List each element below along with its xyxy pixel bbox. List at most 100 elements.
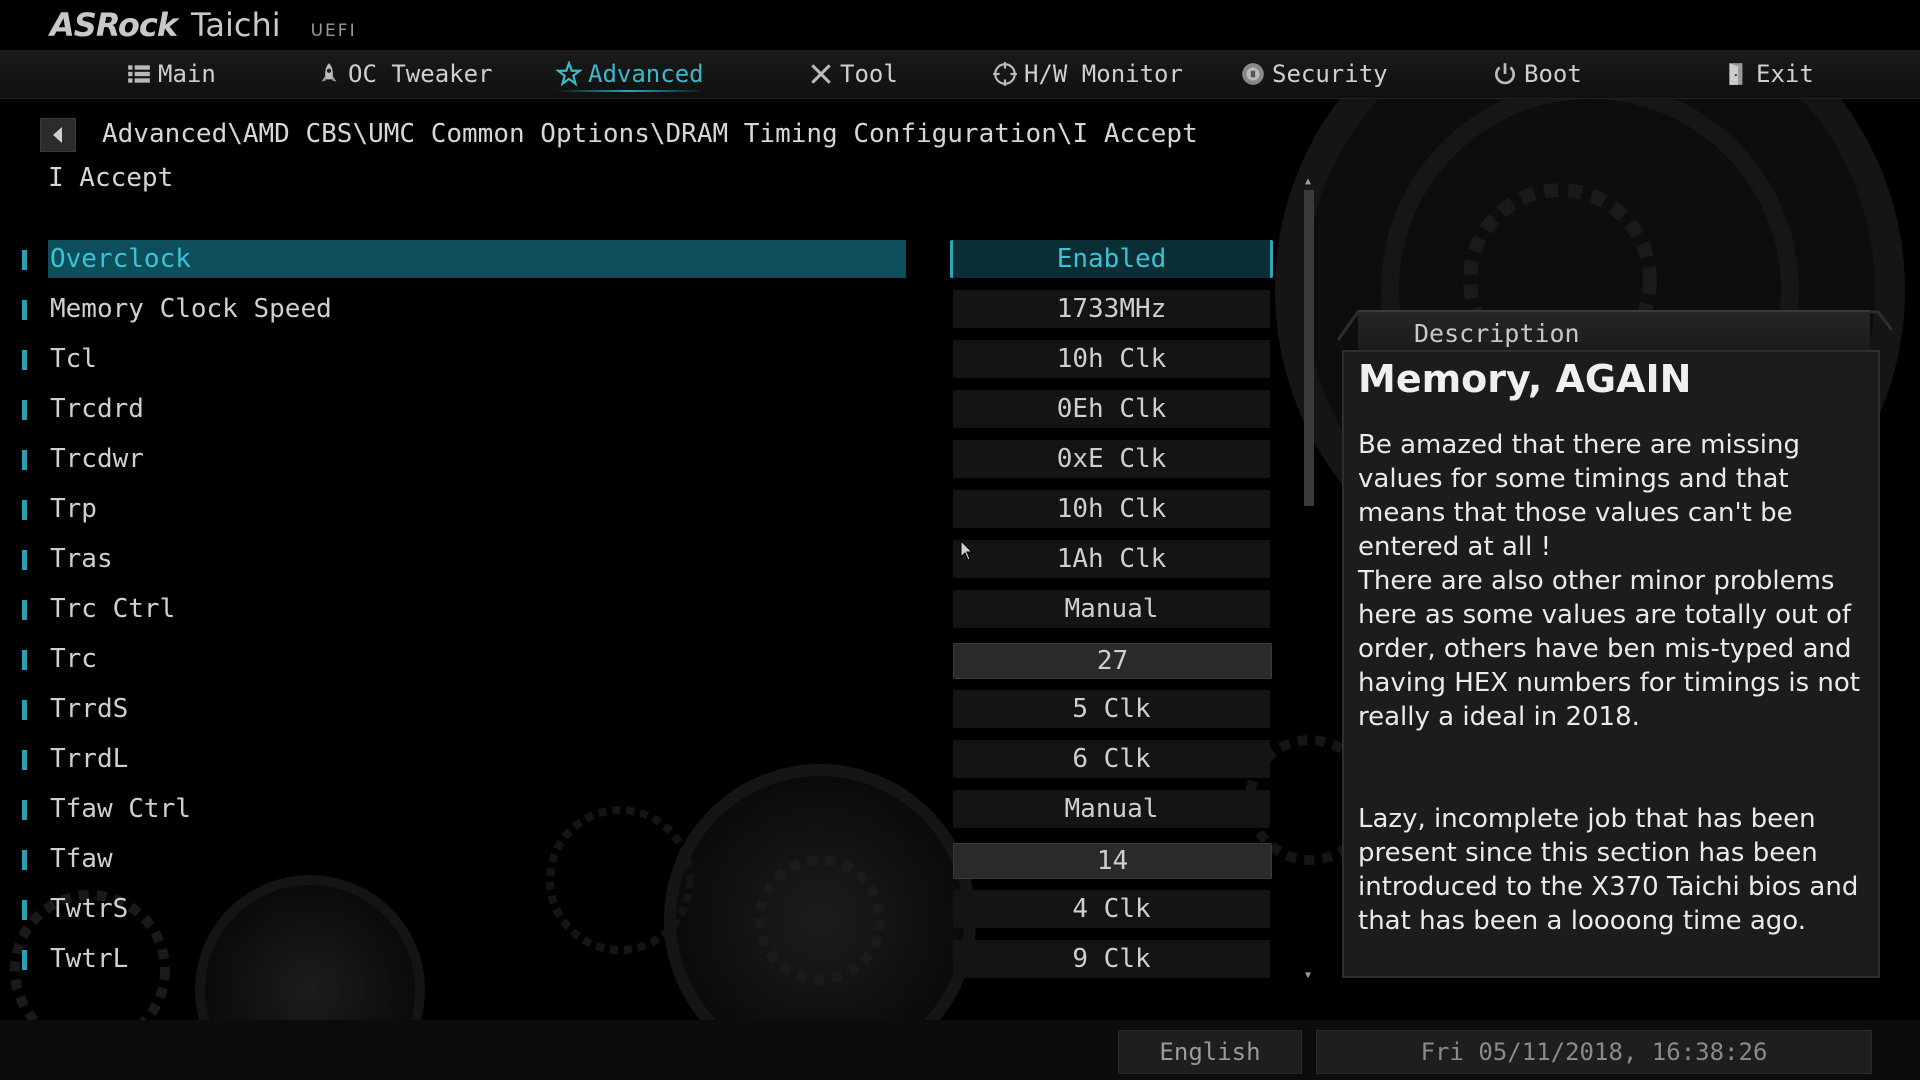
monitor-target-icon xyxy=(993,62,1017,86)
setting-value-dropdown[interactable]: 1733MHz xyxy=(953,290,1270,328)
setting-row[interactable]: TwtrS 4 Clk xyxy=(0,890,1280,930)
setting-row[interactable]: Trcdwr 0xE Clk xyxy=(0,440,1280,480)
setting-label: Tcl xyxy=(50,344,97,374)
description-header: Description xyxy=(1358,310,1870,352)
setting-label: TrrdS xyxy=(50,694,129,724)
setting-row[interactable]: Trcdrd 0Eh Clk xyxy=(0,390,1280,430)
setting-label: Tfaw Ctrl xyxy=(50,794,191,824)
row-marker xyxy=(22,550,27,570)
power-icon xyxy=(1495,63,1515,85)
setting-label: Tfaw xyxy=(50,844,113,874)
tab-hw-monitor-label: H/W Monitor xyxy=(1024,60,1183,88)
row-marker xyxy=(22,350,27,370)
setting-row[interactable]: Trc Ctrl Manual xyxy=(0,590,1280,630)
row-marker xyxy=(22,700,27,720)
tab-advanced[interactable]: Advanced xyxy=(556,50,704,98)
description-title: Memory, AGAIN xyxy=(1358,357,1692,401)
setting-row[interactable]: Memory Clock Speed 1733MHz xyxy=(0,290,1280,330)
row-marker xyxy=(22,400,27,420)
list-icon xyxy=(128,65,150,83)
exit-door-icon xyxy=(1729,63,1743,85)
tab-hw-monitor[interactable]: H/W Monitor xyxy=(992,50,1183,98)
setting-value-dropdown[interactable]: 0xE Clk xyxy=(953,440,1270,478)
setting-label: Trcdrd xyxy=(50,394,144,424)
tab-exit[interactable]: Exit xyxy=(1724,50,1814,98)
shield-icon xyxy=(1242,63,1264,85)
brand-name: ASRock xyxy=(50,6,178,44)
setting-label: Tras xyxy=(50,544,113,574)
setting-value-input[interactable]: 27 xyxy=(953,643,1272,679)
row-marker xyxy=(22,900,27,920)
brand-logo: ASRock Taichi UEFI xyxy=(50,6,357,44)
setting-label: Overclock xyxy=(48,240,906,278)
setting-value-dropdown[interactable]: 6 Clk xyxy=(953,740,1270,778)
row-marker xyxy=(22,650,27,670)
setting-value-input[interactable]: 14 xyxy=(953,843,1272,879)
tab-main[interactable]: Main xyxy=(126,50,216,98)
setting-value-dropdown[interactable]: Enabled xyxy=(950,240,1273,278)
description-text: Be amazed that there are missing values … xyxy=(1358,430,1860,936)
scroll-up-arrow-icon[interactable]: ▲ xyxy=(1302,176,1314,188)
setting-row[interactable]: Tfaw 14 xyxy=(0,840,1280,880)
setting-row[interactable]: Tcl 10h Clk xyxy=(0,340,1280,380)
tab-tool-label: Tool xyxy=(840,60,898,88)
language-selector[interactable]: English xyxy=(1118,1030,1302,1074)
row-marker xyxy=(22,950,27,970)
setting-row[interactable]: Overclock Enabled xyxy=(0,240,1280,280)
setting-label: Memory Clock Speed xyxy=(50,294,332,324)
setting-value-dropdown[interactable]: 1Ah Clk xyxy=(953,540,1270,578)
setting-value-dropdown[interactable]: 4 Clk xyxy=(953,890,1270,928)
setting-value-dropdown[interactable]: Manual xyxy=(953,790,1270,828)
tab-boot-label: Boot xyxy=(1524,60,1582,88)
setting-label: TwtrS xyxy=(50,894,129,924)
uefi-label: UEFI xyxy=(310,21,357,41)
scroll-down-arrow-icon[interactable]: ▼ xyxy=(1302,970,1314,982)
setting-label: Trcdwr xyxy=(50,444,144,474)
active-tab-indicator xyxy=(556,90,704,92)
setting-value-dropdown[interactable]: 5 Clk xyxy=(953,690,1270,728)
setting-value-dropdown[interactable]: 0Eh Clk xyxy=(953,390,1270,428)
row-marker xyxy=(22,300,27,320)
row-marker xyxy=(22,500,27,520)
settings-scrollbar[interactable]: ▲ ▼ xyxy=(1302,176,1314,982)
tools-icon xyxy=(811,64,831,84)
tab-security-label: Security xyxy=(1272,60,1388,88)
row-marker xyxy=(22,450,27,470)
top-bar: ASRock Taichi UEFI xyxy=(0,0,1920,50)
setting-label: Trp xyxy=(50,494,97,524)
tab-boot[interactable]: Boot xyxy=(1492,50,1582,98)
tab-oc-tweaker[interactable]: OC Tweaker xyxy=(316,50,493,98)
back-button[interactable] xyxy=(40,118,76,152)
tab-tool[interactable]: Tool xyxy=(808,50,898,98)
setting-label: TrrdL xyxy=(50,744,129,774)
rocket-icon xyxy=(321,63,337,82)
setting-label: Trc Ctrl xyxy=(50,594,176,624)
row-marker xyxy=(22,750,27,770)
row-marker xyxy=(22,250,27,270)
setting-row[interactable]: Trc 27 xyxy=(0,640,1280,680)
setting-row[interactable]: Tras 1Ah Clk xyxy=(0,540,1280,580)
row-marker xyxy=(22,800,27,820)
setting-row[interactable]: TwtrL 9 Clk xyxy=(0,940,1280,980)
tab-security[interactable]: Security xyxy=(1240,50,1388,98)
setting-row[interactable]: TrrdS 5 Clk xyxy=(0,690,1280,730)
setting-value-dropdown[interactable]: Manual xyxy=(953,590,1270,628)
tab-oc-tweaker-label: OC Tweaker xyxy=(348,60,493,88)
brand-model: Taichi xyxy=(191,6,281,44)
description-panel: Description Memory, AGAIN Be amazed that… xyxy=(1338,300,1892,982)
setting-row[interactable]: Tfaw Ctrl Manual xyxy=(0,790,1280,830)
tab-exit-label: Exit xyxy=(1756,60,1814,88)
setting-value-dropdown[interactable]: 10h Clk xyxy=(953,340,1270,378)
setting-value-dropdown[interactable]: 10h Clk xyxy=(953,490,1270,528)
scroll-thumb[interactable] xyxy=(1304,190,1314,506)
setting-row[interactable]: Trp 10h Clk xyxy=(0,490,1280,530)
page-subtitle: I Accept xyxy=(48,163,174,193)
setting-value-dropdown[interactable]: 9 Clk xyxy=(953,940,1270,978)
description-body: Memory, AGAIN Be amazed that there are m… xyxy=(1342,350,1880,978)
description-header-label: Description xyxy=(1414,319,1580,348)
setting-row[interactable]: TrrdL 6 Clk xyxy=(0,740,1280,780)
back-arrow-icon xyxy=(53,127,62,143)
breadcrumb: Advanced\AMD CBS\UMC Common Options\DRAM… xyxy=(102,119,1198,149)
datetime-display: Fri 05/11/2018, 16:38:26 xyxy=(1316,1030,1872,1074)
row-marker xyxy=(22,850,27,870)
